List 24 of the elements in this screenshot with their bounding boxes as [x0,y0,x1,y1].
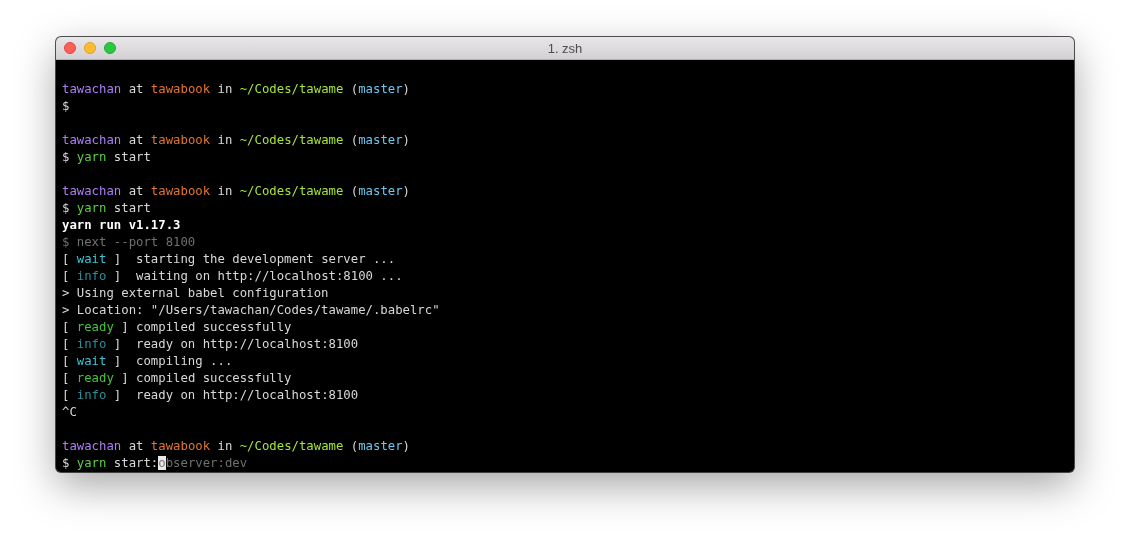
terminal-line: $ next --port 8100 [62,234,196,251]
terminal-line: $ yarn start [62,149,151,166]
terminal-line: $ yarn start [62,200,151,217]
close-button[interactable] [64,42,76,54]
terminal-line: [ info ] waiting on http://localhost:8100 ... [62,268,403,285]
zoom-button[interactable] [104,42,116,54]
terminal-line: [ ready ] compiled successfully [62,370,292,387]
terminal-line: [ ready ] compiled successfully [62,319,292,336]
terminal-line: tawachan at tawabook in ~/Codes/tawame (master) [62,183,410,200]
terminal-line: > Location: "/Users/tawachan/Codes/tawame/.babelrc" [62,302,440,319]
terminal-line: [ wait ] compiling ... [62,353,233,370]
terminal-line: tawachan at tawabook in ~/Codes/tawame (master) [62,438,410,455]
window-title: 1. zsh [547,40,583,56]
terminal-line: tawachan at tawabook in ~/Codes/tawame (master) [62,81,410,98]
terminal-line: yarn run v1.17.3 [62,217,181,234]
terminal-line: $ yarn start:observer:dev [62,455,248,472]
terminal-line: > Using external babel configuration [62,285,329,302]
terminal-line: [ wait ] starting the development server ... [62,251,396,268]
terminal-line: [ info ] ready on http://localhost:8100 [62,336,359,353]
terminal-line: $ [62,98,70,115]
minimize-button[interactable] [84,42,96,54]
terminal-line: ^C [62,404,77,421]
terminal-line: [ info ] ready on http://localhost:8100 [62,387,359,404]
terminal-line: tawachan at tawabook in ~/Codes/tawame (master) [62,132,410,149]
